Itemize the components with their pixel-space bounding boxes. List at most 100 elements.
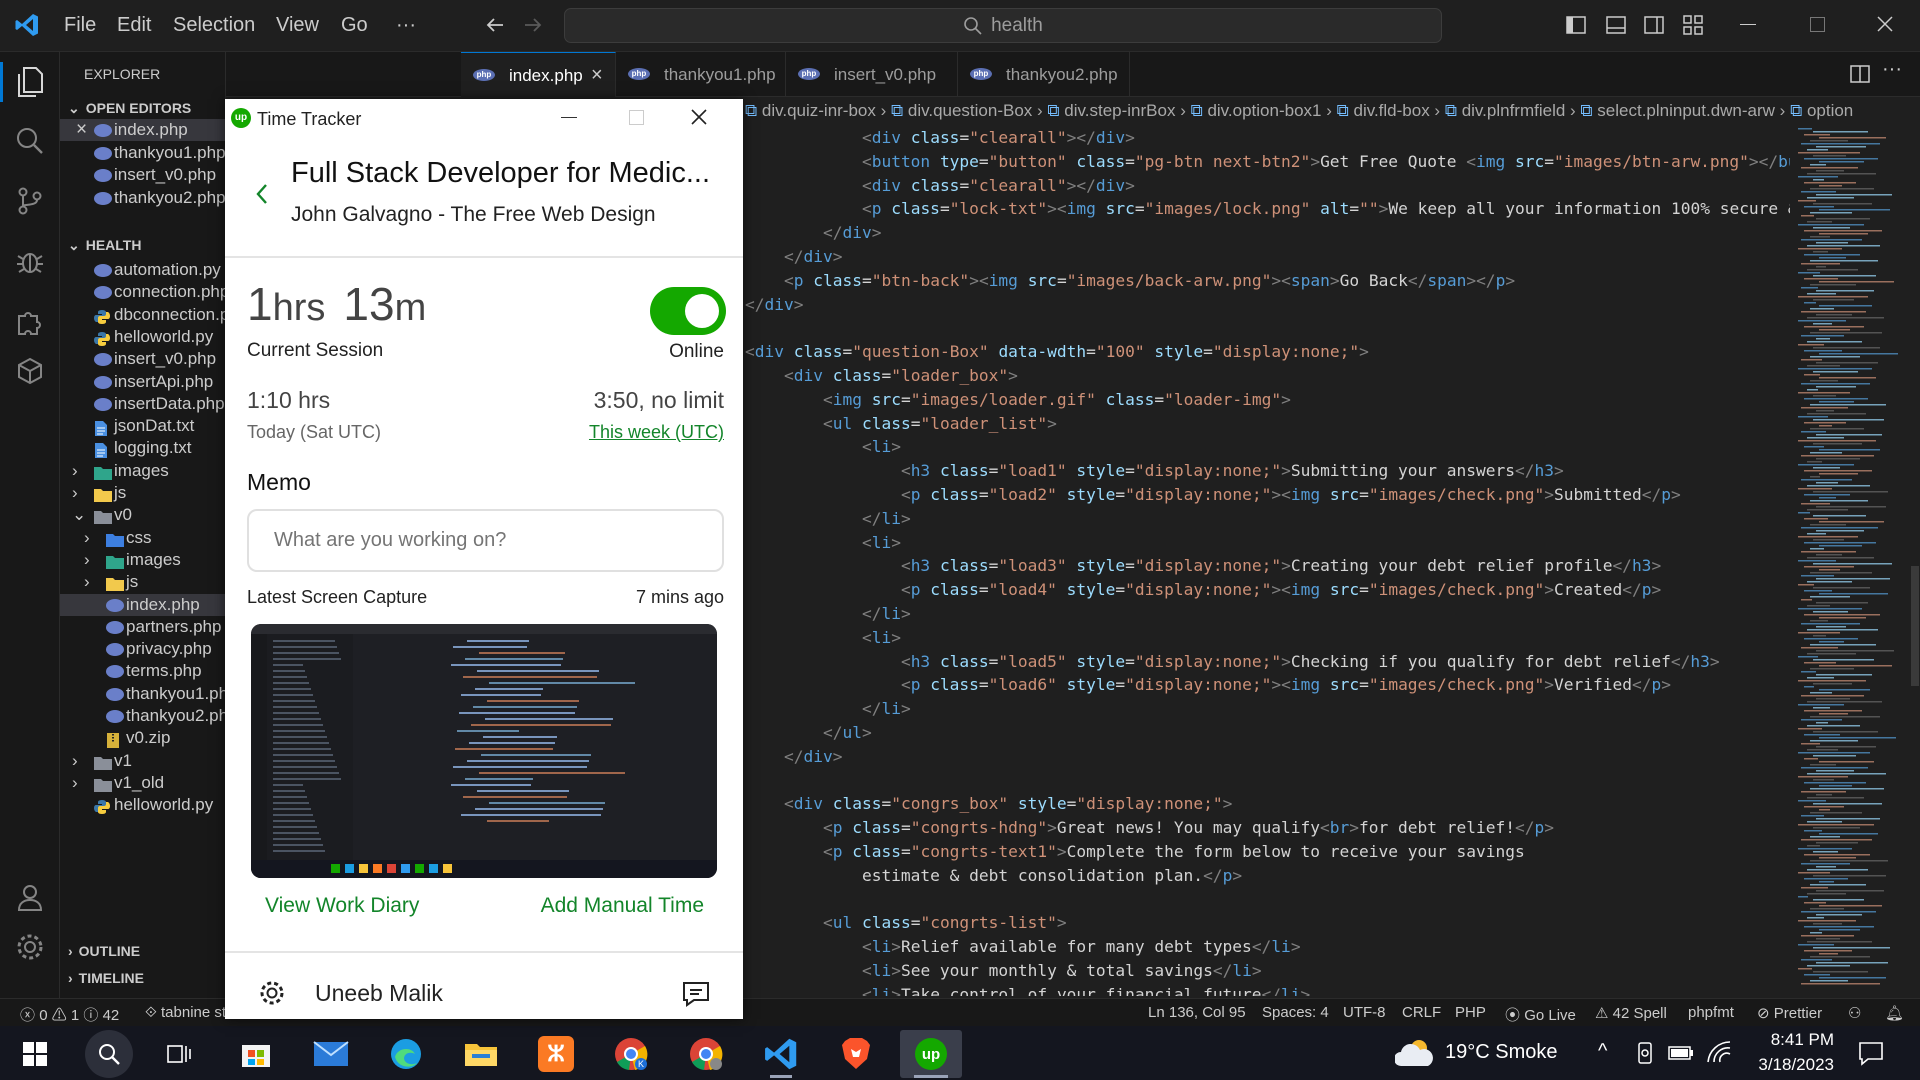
breadcrumb-item[interactable]: div.quiz-inr-box — [762, 101, 876, 120]
go-live-button[interactable]: ⦿ Go Live — [1505, 1004, 1576, 1025]
code-line[interactable]: <li>Take control of your financial futur… — [745, 983, 1790, 996]
messages-chat-icon[interactable] — [681, 980, 711, 1008]
code-line[interactable]: <ul class="congrts-list"> — [745, 911, 1790, 935]
command-center-search[interactable]: health — [564, 8, 1442, 43]
file-explorer-icon[interactable] — [450, 1030, 512, 1078]
language-mode[interactable]: PHP — [1455, 1004, 1486, 1021]
code-line[interactable]: <li>Relief available for many debt types… — [745, 935, 1790, 959]
extensions-icon[interactable] — [15, 306, 45, 336]
close-editor-icon[interactable]: × — [76, 119, 87, 141]
file-item[interactable]: terms.php — [60, 660, 225, 682]
file-item[interactable]: dbconnection.py — [60, 304, 225, 326]
back-arrow-icon[interactable] — [484, 14, 506, 36]
screen-capture-thumbnail[interactable] — [251, 624, 717, 878]
back-chevron-icon[interactable] — [255, 182, 269, 206]
show-hidden-icons-chevron-icon[interactable]: ^ — [1598, 1040, 1607, 1063]
breadcrumb-item[interactable]: div.fld-box — [1353, 101, 1429, 120]
file-item[interactable]: connection.php — [60, 281, 225, 303]
tracker-settings-gear-icon[interactable] — [258, 979, 286, 1007]
code-line[interactable]: <p class="congrts-hdng">Great news! You … — [745, 816, 1790, 840]
code-line[interactable]: <p class="btn-back"><img src="images/bac… — [745, 269, 1790, 293]
windows-start-icon[interactable] — [4, 1030, 66, 1078]
file-item[interactable]: privacy.php — [60, 638, 225, 660]
breadcrumb-item[interactable]: div.option-box1 — [1207, 101, 1321, 120]
split-editor-icon[interactable] — [1850, 64, 1870, 84]
code-line[interactable]: <h3 class="load3" style="display:none;">… — [745, 554, 1790, 578]
file-item[interactable]: thankyou2.php — [60, 705, 225, 727]
file-item[interactable]: insertApi.php — [60, 371, 225, 393]
code-editor[interactable]: <div class="clearall"></div> <button typ… — [745, 126, 1790, 996]
tracker-close-icon[interactable] — [690, 108, 708, 126]
open-editor-item[interactable]: insert_v0.php — [60, 164, 225, 186]
menu-more[interactable]: ··· — [396, 14, 416, 37]
breadcrumb-item[interactable]: div.plnfrmfield — [1462, 101, 1566, 120]
code-line[interactable]: <ul class="loader_list"> — [745, 412, 1790, 436]
tracker-maximize-icon[interactable] — [629, 110, 644, 125]
search-sidebar-icon[interactable] — [15, 126, 45, 156]
file-item[interactable]: logging.txt — [60, 437, 225, 459]
toggle-primary-sidebar-icon[interactable] — [1566, 16, 1586, 34]
folder-item[interactable]: › v1_old — [60, 772, 225, 794]
clock-time[interactable]: 8:41 PM — [1752, 1030, 1834, 1050]
mail-icon[interactable] — [300, 1030, 362, 1078]
code-line[interactable]: </li> — [745, 507, 1790, 531]
chrome-icon[interactable] — [675, 1030, 737, 1078]
tab-insert-v0-php[interactable]: php insert_v0.php — [786, 52, 958, 97]
code-line[interactable]: <p class="congrts-text1">Complete the fo… — [745, 840, 1790, 864]
code-line[interactable]: estimate & debt consolidation plan.</p> — [745, 864, 1790, 888]
code-line[interactable]: </div> — [745, 745, 1790, 769]
forward-arrow-icon[interactable] — [522, 14, 544, 36]
wifi-icon[interactable] — [1706, 1040, 1732, 1064]
code-line[interactable]: <p class="load2" style="display:none;"><… — [745, 483, 1790, 507]
close-window-icon[interactable] — [1876, 15, 1894, 33]
code-line[interactable]: <li>See your monthly & total savings</li… — [745, 959, 1790, 983]
code-line[interactable]: <h3 class="load1" style="display:none;">… — [745, 459, 1790, 483]
file-item[interactable]: helloworld.py — [60, 794, 225, 816]
code-line[interactable] — [745, 769, 1790, 793]
prettier-status[interactable]: ⊘ Prettier — [1757, 1004, 1822, 1022]
battery-icon[interactable] — [1668, 1046, 1694, 1060]
folder-item[interactable]: › images — [60, 549, 225, 571]
file-item[interactable]: helloworld.py — [60, 326, 225, 348]
toggle-secondary-sidebar-icon[interactable] — [1644, 16, 1664, 34]
minimap[interactable] — [1790, 126, 1905, 996]
code-line[interactable]: <div class="loader_box"> — [745, 364, 1790, 388]
xampp-icon[interactable]: ⵣ — [525, 1030, 587, 1078]
editor-scrollbar[interactable] — [1905, 126, 1920, 996]
code-line[interactable]: <p class="lock-txt"><img src="images/loc… — [745, 197, 1790, 221]
folder-item[interactable]: › js — [60, 571, 225, 593]
file-item[interactable]: index.php — [60, 593, 225, 616]
online-toggle[interactable] — [650, 287, 726, 335]
menu-go[interactable]: Go — [341, 14, 368, 37]
code-line[interactable]: </ul> — [745, 721, 1790, 745]
spell-check-status[interactable]: ⚠ 42 Spell — [1595, 1004, 1667, 1022]
code-line[interactable]: <p class="load4" style="display:none;"><… — [745, 578, 1790, 602]
code-line[interactable]: <div class="clearall"></div> — [745, 174, 1790, 198]
view-work-diary-link[interactable]: View Work Diary — [265, 894, 419, 918]
open-editor-item[interactable]: thankyou1.php — [60, 142, 225, 164]
customize-layout-icon[interactable] — [1683, 15, 1703, 35]
file-item[interactable]: jsonDat.txt — [60, 415, 225, 437]
code-line[interactable]: </div> — [745, 221, 1790, 245]
device-icon[interactable] — [1636, 1042, 1654, 1064]
close-tab-icon[interactable]: × — [591, 53, 603, 98]
indentation[interactable]: Spaces: 4 — [1262, 1004, 1329, 1021]
timeline-header[interactable]: › TIMELINE — [60, 966, 225, 990]
taskbar-search-icon[interactable] — [78, 1030, 140, 1078]
tab-thankyou1-php[interactable]: php thankyou1.php — [616, 52, 786, 97]
code-line[interactable] — [745, 888, 1790, 912]
project-header[interactable]: ⌄ HEALTH — [60, 233, 225, 257]
accounts-status-icon[interactable]: ⚇ — [1848, 1004, 1861, 1022]
brave-browser-icon[interactable] — [825, 1030, 887, 1078]
code-line[interactable]: <li> — [745, 626, 1790, 650]
tab-thankyou2-php[interactable]: php thankyou2.php — [958, 52, 1130, 97]
upwork-taskbar-icon[interactable]: up — [900, 1030, 962, 1078]
code-line[interactable]: </div> — [745, 293, 1790, 317]
source-control-icon[interactable] — [15, 186, 45, 216]
code-line[interactable]: </div> — [745, 245, 1790, 269]
code-line[interactable]: </li> — [745, 602, 1790, 626]
task-view-icon[interactable] — [148, 1030, 210, 1078]
open-editor-item[interactable]: × index.php — [60, 119, 225, 141]
file-item[interactable]: insertData.php — [60, 393, 225, 415]
outline-header[interactable]: › OUTLINE — [60, 939, 225, 963]
